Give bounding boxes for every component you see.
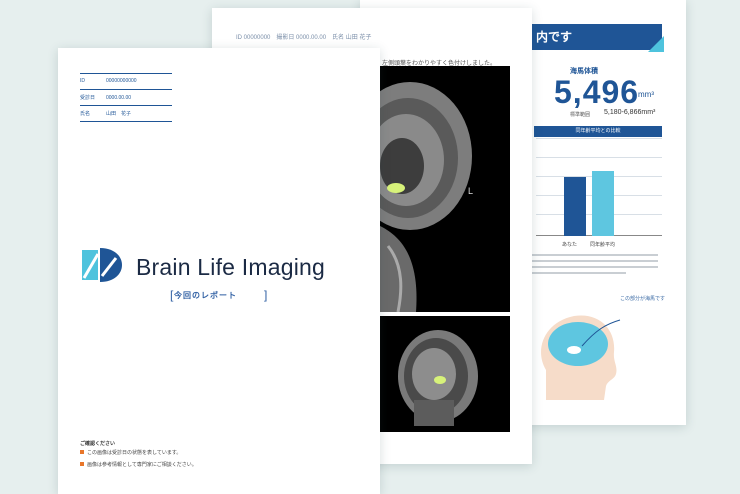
footer-item-text: 画像は参考情報として専門家にご相談ください。 <box>87 462 197 468</box>
footer-item: 画像は参考情報として専門家にご相談ください。 <box>80 462 197 469</box>
volume-value: 5,496 <box>554 74 640 110</box>
brand-logo: Brain Life Imaging <box>80 246 325 289</box>
field-rule <box>80 105 172 106</box>
mri-left-marker: L <box>468 186 474 196</box>
bracket-left: [ <box>170 288 174 302</box>
footer-title: ご確認ください <box>80 441 116 447</box>
range-value: 5,180-6,866mm³ <box>604 109 656 116</box>
text-line <box>530 272 626 274</box>
brain-logo-icon <box>82 248 122 282</box>
field-name: 氏名 山田 花子 <box>80 110 172 117</box>
field-rule <box>80 89 172 90</box>
footer-item-text: この画像は受診日の状態を表しています。 <box>87 450 182 456</box>
chart-bar <box>564 177 586 236</box>
chart-category-label: 同年齢平均 <box>590 242 616 248</box>
volume-comparison-chart: あなた 同年齢平均 <box>530 138 662 248</box>
bracket-right: ] <box>264 288 268 302</box>
field-rule <box>80 121 172 122</box>
range-label: 標準範囲 <box>570 112 591 118</box>
chart-gridline <box>536 157 662 158</box>
field-id: ID 00000000000 <box>80 78 172 84</box>
field-label: 氏名 <box>80 111 91 117</box>
brand-name: Brain Life Imaging <box>136 254 325 280</box>
chart-gridline <box>536 138 662 139</box>
text-line <box>530 260 658 262</box>
field-value: 山田 花子 <box>106 111 132 117</box>
chart-category-label: あなた <box>562 242 578 248</box>
bullet-icon <box>80 450 84 454</box>
field-label: ID <box>80 78 85 84</box>
field-rule <box>80 73 172 74</box>
chart-bar <box>592 171 614 236</box>
report-cover-page: ID 00000000000 受診日 0000.00.00 氏名 山田 花子 Brai… <box>58 48 380 494</box>
comparison-label-bar: 同年齢平均との比較 <box>534 126 662 137</box>
section-banner: 内です <box>528 24 664 52</box>
field-value: 0000.00.00 <box>106 95 132 101</box>
text-line <box>530 266 658 268</box>
section-banner-text: 内です <box>536 30 573 44</box>
head-illustration <box>541 315 621 400</box>
field-date: 受診日 0000.00.00 <box>80 94 172 101</box>
mri-axial-image <box>380 316 510 432</box>
mri-sagittal-image: L <box>348 66 510 313</box>
hippocampus-note: この部分が海馬です <box>620 296 666 302</box>
banner-corner-accent <box>648 36 664 52</box>
field-value: 00000000000 <box>106 78 137 84</box>
footer-item: この画像は受診日の状態を表しています。 <box>80 450 181 457</box>
report-label: 今回のレポート <box>174 291 237 300</box>
field-label: 受診日 <box>80 95 96 101</box>
volume-unit: mm³ <box>638 90 654 99</box>
bullet-icon <box>80 462 84 466</box>
page-header: ID 00000000 撮影日 0000.00.00 氏名 山田 花子 <box>236 35 372 41</box>
text-line <box>530 254 658 256</box>
